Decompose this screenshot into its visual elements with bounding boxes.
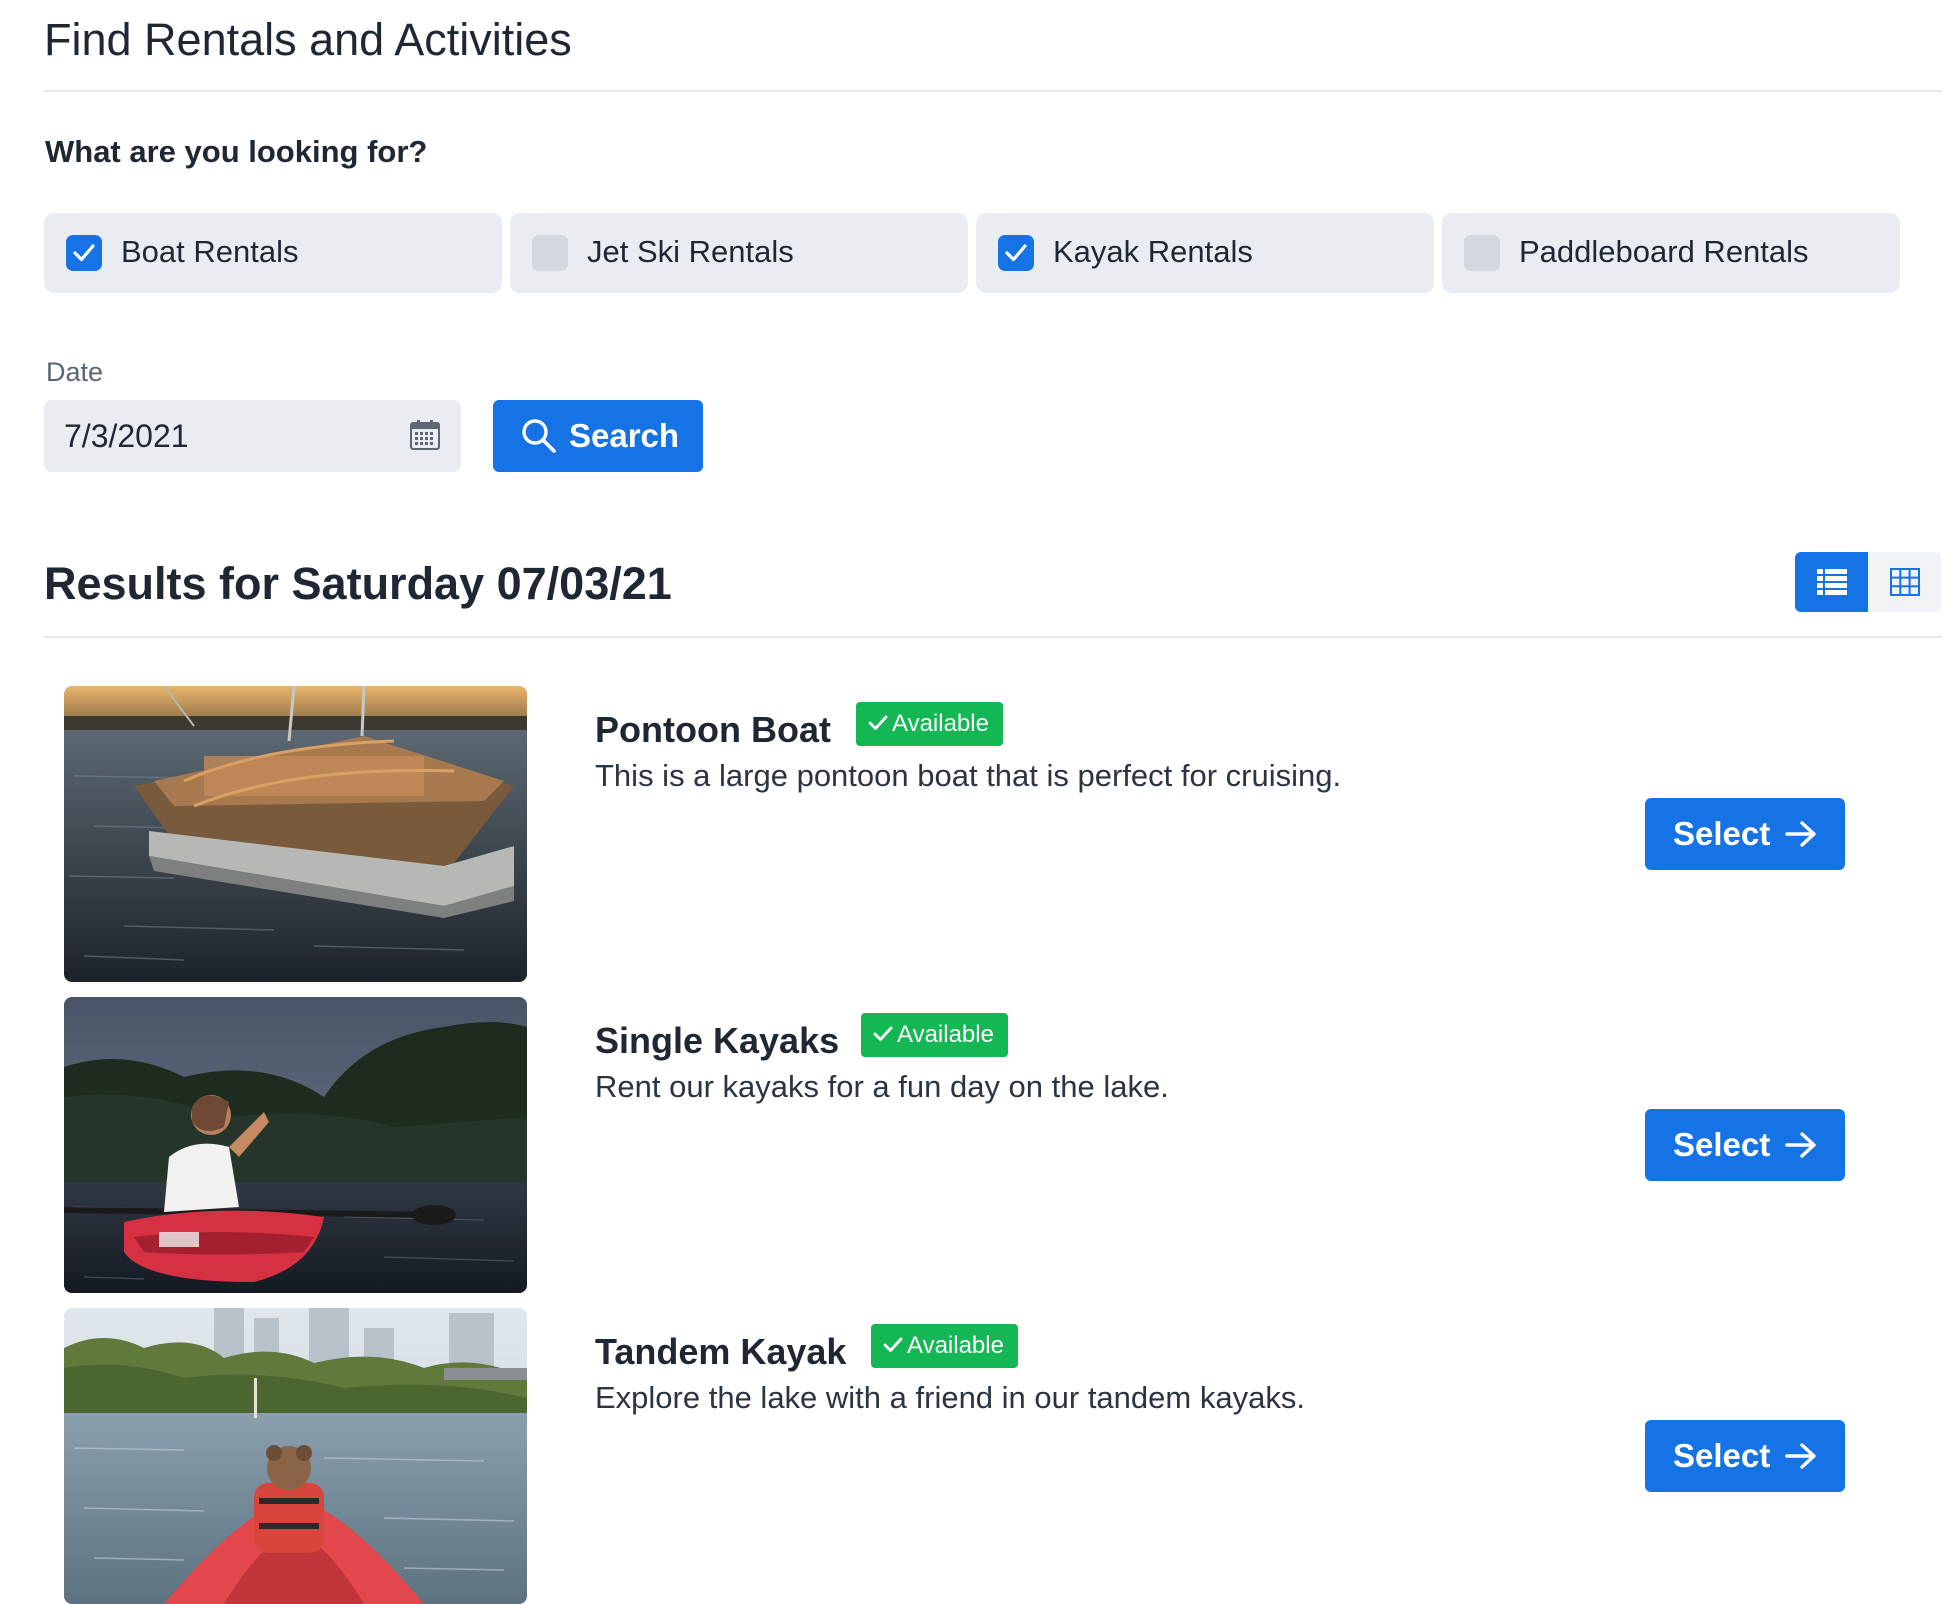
status-badge-label: Available [897,1021,994,1048]
page-title: Find Rentals and Activities [44,14,572,65]
arrow-right-icon [1785,821,1816,847]
check-icon [883,1337,903,1352]
tandem-kayak-image [64,1308,527,1604]
search-button-label: Search [569,417,680,454]
view-toggle [1795,552,1941,612]
category-label: Paddleboard Rentals [1519,234,1809,269]
select-button-label: Select [1673,815,1771,852]
date-value: 7/3/2021 [64,418,189,454]
calendar-icon[interactable] [409,419,441,451]
search-button[interactable]: Search [493,400,703,472]
title-divider [44,90,1942,92]
status-badge: Available [871,1324,1018,1368]
result-item-single-kayaks: Single Kayaks Available Rent our kayaks … [64,997,1924,1293]
status-badge-label: Available [907,1332,1004,1359]
checkbox-unchecked[interactable] [1464,235,1500,271]
results-title: Results for Saturday 07/03/21 [44,558,672,609]
select-button-label: Select [1673,1126,1771,1163]
arrow-right-icon [1785,1132,1816,1158]
result-description: This is a large pontoon boat that is per… [595,758,1342,793]
result-description: Rent our kayaks for a fun day on the lak… [595,1069,1169,1104]
result-name: Pontoon Boat [595,709,831,750]
select-button[interactable]: Select [1645,1109,1845,1181]
date-label: Date [46,357,104,387]
grid-view-icon [1890,568,1920,596]
category-jet-ski-rentals[interactable]: Jet Ski Rentals [510,213,968,293]
select-button[interactable]: Select [1645,1420,1845,1492]
check-icon [873,1026,893,1041]
result-item-tandem-kayak: Tandem Kayak Available Explore the lake … [64,1308,1924,1604]
select-button-label: Select [1673,1437,1771,1474]
result-name: Tandem Kayak [595,1331,847,1372]
status-badge-label: Available [892,710,989,737]
checkbox-checked[interactable] [998,235,1034,271]
result-name: Single Kayaks [595,1020,840,1061]
checkbox-checked[interactable] [66,235,102,271]
select-button[interactable]: Select [1645,798,1845,870]
category-kayak-rentals[interactable]: Kayak Rentals [976,213,1434,293]
category-label: Jet Ski Rentals [587,234,794,269]
category-paddleboard-rentals[interactable]: Paddleboard Rentals [1442,213,1900,293]
rentals-page: Find Rentals and Activities What are you… [0,0,1954,1604]
results-divider [44,636,1942,638]
status-badge: Available [861,1013,1008,1057]
category-label: Boat Rentals [121,234,299,269]
result-description: Explore the lake with a friend in our ta… [595,1380,1305,1415]
pontoon-boat-image [64,686,527,982]
search-icon [522,419,556,453]
result-item-pontoon-boat: Pontoon Boat Available This is a large p… [64,686,1924,982]
category-boat-rentals[interactable]: Boat Rentals [44,213,502,293]
single-kayaks-image [64,997,527,1293]
check-icon [868,715,888,730]
grid-view-button[interactable] [1868,552,1941,612]
category-filter-group: Boat Rentals Jet Ski Rentals Kayak Renta… [44,213,1904,293]
checkbox-unchecked[interactable] [532,235,568,271]
check-icon [73,244,95,262]
arrow-right-icon [1785,1443,1816,1469]
filter-question: What are you looking for? [45,134,428,169]
check-icon [1005,244,1027,262]
list-view-icon [1817,569,1847,595]
date-field[interactable]: 7/3/2021 [44,400,461,472]
status-badge: Available [856,702,1003,746]
list-view-button[interactable] [1795,552,1868,612]
category-label: Kayak Rentals [1053,234,1253,269]
